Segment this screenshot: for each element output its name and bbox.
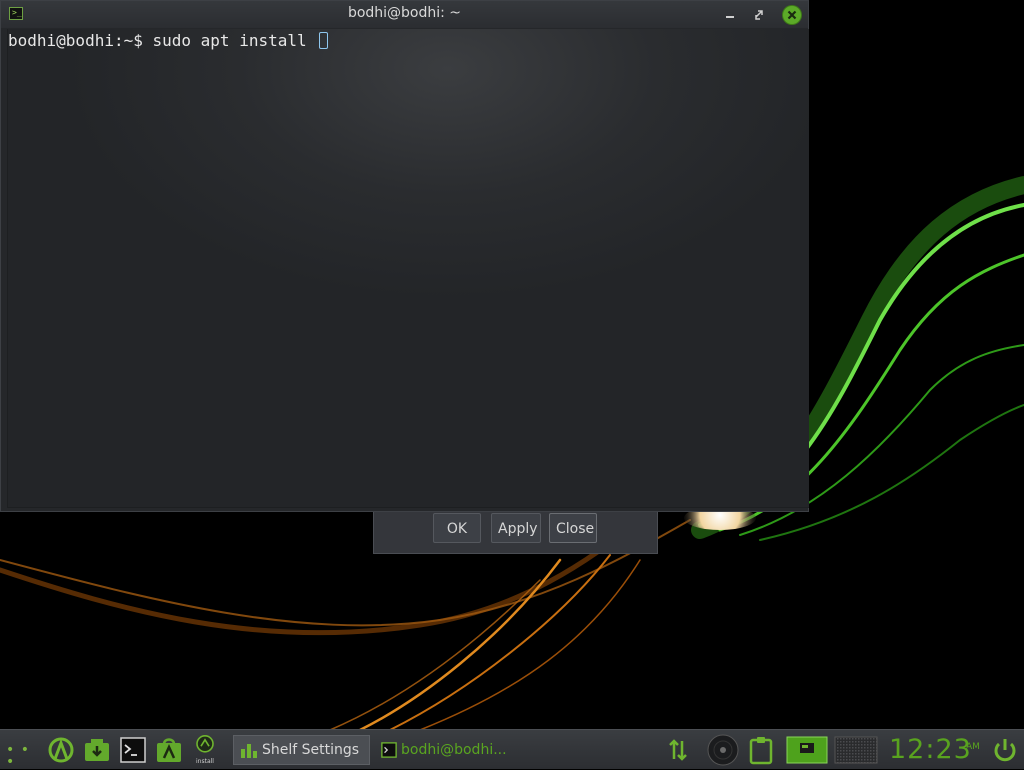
maximize-icon[interactable] xyxy=(751,6,769,24)
appcenter-store-icon[interactable] xyxy=(154,735,184,765)
install-icon xyxy=(196,735,214,753)
pager-desktop-2-icon[interactable] xyxy=(834,735,878,765)
clock-time[interactable]: 12:23 xyxy=(889,733,972,767)
terminal-output-area[interactable]: bodhi@bodhi:~$ sudo apt install xyxy=(7,29,809,508)
terminal-launcher-icon[interactable] xyxy=(118,735,148,765)
terminal-window: >_ bodhi@bodhi: ~ bodhi@bodhi:~$ sudo ap… xyxy=(0,0,809,512)
pager-desktop-1-icon[interactable] xyxy=(786,735,828,765)
task-label: Shelf Settings xyxy=(262,742,360,758)
terminal-task-icon xyxy=(381,742,397,758)
media-disc-icon[interactable] xyxy=(706,733,740,767)
bodhi-app-center-icon[interactable] xyxy=(46,735,76,765)
window-title: bodhi@bodhi: ~ xyxy=(347,5,462,21)
clipboard-icon[interactable] xyxy=(746,735,776,765)
close-button[interactable]: Close xyxy=(549,513,597,543)
task-terminal[interactable]: bodhi@bodhi... xyxy=(378,735,518,765)
install-launcher[interactable]: install xyxy=(190,735,220,765)
task-label: bodhi@bodhi... xyxy=(401,742,507,758)
shelf-settings-icon xyxy=(241,744,257,758)
power-icon[interactable] xyxy=(990,735,1020,765)
terminal-command-line[interactable]: bodhi@bodhi:~$ sudo apt install xyxy=(8,31,329,51)
ok-button[interactable]: OK xyxy=(433,513,481,543)
shelf: • • • install Shelf Settings bodhi@bodhi… xyxy=(0,729,1024,769)
clock-ampm: AM xyxy=(966,742,980,752)
network-transfer-icon[interactable] xyxy=(663,735,693,765)
window-titlebar[interactable]: >_ bodhi@bodhi: ~ xyxy=(1,1,808,28)
downloads-icon[interactable] xyxy=(82,735,112,765)
terminal-command: sudo apt install xyxy=(152,31,317,50)
menu-dots-icon[interactable]: • • • xyxy=(6,743,30,769)
task-shelf-settings[interactable]: Shelf Settings xyxy=(233,735,370,765)
text-cursor xyxy=(319,32,329,49)
close-window-icon[interactable] xyxy=(783,6,801,24)
install-label: install xyxy=(196,758,214,765)
terminal-prompt: bodhi@bodhi:~$ xyxy=(8,31,153,50)
apply-button[interactable]: Apply xyxy=(491,513,541,543)
minimize-icon[interactable] xyxy=(721,6,739,24)
